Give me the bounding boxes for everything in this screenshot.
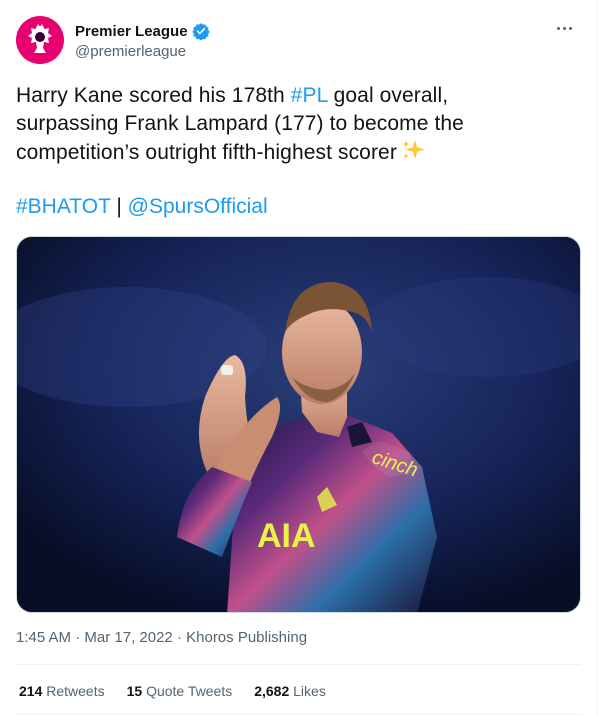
quote-tweets-stat[interactable]: 15 Quote Tweets bbox=[127, 683, 233, 699]
tweet-tags: #BHATOT | @SpursOfficial bbox=[16, 193, 268, 221]
mention-spurs-link[interactable]: @SpursOfficial bbox=[128, 195, 268, 218]
likes-label: Likes bbox=[289, 683, 326, 699]
hashtag-bhatot-link[interactable]: #BHATOT bbox=[16, 195, 111, 218]
author-display-name[interactable]: Premier League bbox=[75, 23, 188, 40]
sparkles-icon bbox=[401, 140, 425, 159]
more-options-icon[interactable] bbox=[549, 16, 579, 40]
meta-separator: · bbox=[172, 629, 187, 646]
tweet-date-link[interactable]: Mar 17, 2022 bbox=[84, 629, 172, 646]
retweets-stat[interactable]: 214 Retweets bbox=[19, 683, 105, 699]
quote-tweets-count: 15 bbox=[126, 683, 143, 699]
author-names[interactable]: Premier League @premierleague bbox=[75, 21, 210, 60]
meta-separator: · bbox=[71, 629, 85, 646]
quote-tweets-label: Quote Tweets bbox=[142, 683, 233, 699]
author-handle[interactable]: @premierleague bbox=[75, 43, 210, 60]
likes-count: 2,682 bbox=[254, 683, 290, 699]
jersey-kit-sponsor: AIA bbox=[257, 517, 316, 555]
avatar[interactable] bbox=[16, 16, 64, 64]
retweets-label: Retweets bbox=[42, 683, 105, 699]
tweet-text-line: surpassing Frank Lampard (177) to become… bbox=[16, 112, 464, 135]
engagement-stats: 214 Retweets 15 Quote Tweets 2,682 Likes bbox=[19, 683, 326, 699]
verified-badge-icon bbox=[191, 23, 210, 40]
tweet-card: Premier League @premierleague Harry Kane… bbox=[0, 0, 598, 716]
tweet-media-photo[interactable]: cinch AIA bbox=[16, 236, 581, 613]
divider bbox=[16, 714, 581, 715]
tweet-text-part: goal overall, bbox=[327, 84, 449, 107]
hashtag-pl-link[interactable]: #PL bbox=[291, 84, 328, 107]
tweet-text: Harry Kane scored his 178th #PL goal ove… bbox=[16, 82, 582, 167]
retweets-count: 214 bbox=[19, 683, 43, 699]
tweet-time-link[interactable]: 1:45 AM bbox=[16, 629, 71, 646]
tweet-source-link[interactable]: Khoros Publishing bbox=[186, 629, 307, 646]
tag-separator: | bbox=[110, 195, 128, 218]
tweet-text-part: Harry Kane scored his 178th bbox=[16, 84, 291, 107]
divider bbox=[16, 664, 581, 665]
tweet-header: Premier League @premierleague bbox=[16, 16, 581, 64]
likes-stat[interactable]: 2,682 Likes bbox=[254, 683, 326, 699]
player-applauding-photo: cinch AIA bbox=[17, 237, 580, 612]
premier-league-lion-icon bbox=[28, 24, 52, 53]
tweet-text-part: competition’s outright fifth-highest sco… bbox=[16, 141, 397, 164]
tweet-timestamp: 1:45 AM · Mar 17, 2022 · Khoros Publishi… bbox=[16, 629, 307, 646]
